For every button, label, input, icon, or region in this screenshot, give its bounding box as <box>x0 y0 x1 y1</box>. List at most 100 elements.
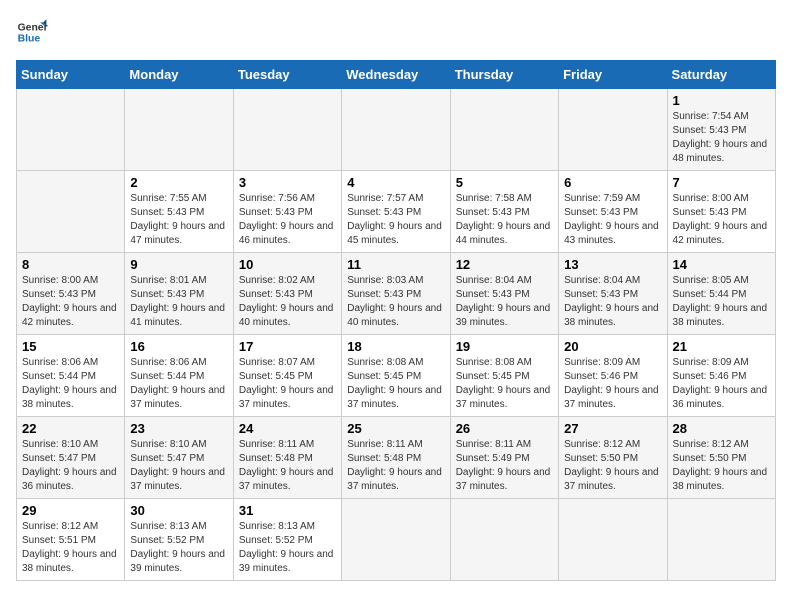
empty-cell <box>667 499 775 581</box>
day-number: 25 <box>347 421 444 436</box>
day-cell-11: 11Sunrise: 8:03 AMSunset: 5:43 PMDayligh… <box>342 253 450 335</box>
day-info: Sunrise: 8:04 AMSunset: 5:43 PMDaylight:… <box>564 274 661 330</box>
day-number: 11 <box>347 257 444 272</box>
day-number: 13 <box>564 257 661 272</box>
day-cell-17: 17Sunrise: 8:07 AMSunset: 5:45 PMDayligh… <box>233 335 341 417</box>
logo-icon: General Blue <box>16 16 48 48</box>
day-cell-1: 1 Sunrise: 7:54 AMSunset: 5:43 PMDaylight… <box>667 89 775 171</box>
day-cell-30: 30 Sunrise: 8:13 AMSunset: 5:52 PMDayligh… <box>125 499 233 581</box>
day-number: 26 <box>456 421 553 436</box>
day-info: Sunrise: 8:08 AMSunset: 5:45 PMDaylight:… <box>456 356 553 412</box>
day-info: Sunrise: 8:11 AMSunset: 5:49 PMDaylight:… <box>456 438 553 494</box>
empty-cell <box>450 89 558 171</box>
header-row: SundayMondayTuesdayWednesdayThursdayFrid… <box>17 61 776 89</box>
calendar-week-2: 2Sunrise: 7:55 AMSunset: 5:43 PMDaylight… <box>17 171 776 253</box>
calendar-week-3: 8Sunrise: 8:00 AMSunset: 5:43 PMDaylight… <box>17 253 776 335</box>
day-info: Sunrise: 8:09 AMSunset: 5:46 PMDaylight:… <box>673 356 770 412</box>
col-header-saturday: Saturday <box>667 61 775 89</box>
day-number: 4 <box>347 175 444 190</box>
day-number: 7 <box>673 175 770 190</box>
day-info: Sunrise: 7:58 AMSunset: 5:43 PMDaylight:… <box>456 192 553 248</box>
day-info: Sunrise: 8:08 AMSunset: 5:45 PMDaylight:… <box>347 356 444 412</box>
day-info: Sunrise: 8:12 AMSunset: 5:51 PMDaylight:… <box>22 520 119 576</box>
day-info: Sunrise: 8:11 AMSunset: 5:48 PMDaylight:… <box>239 438 336 494</box>
day-cell-2: 2Sunrise: 7:55 AMSunset: 5:43 PMDaylight… <box>125 171 233 253</box>
day-number: 18 <box>347 339 444 354</box>
day-number: 15 <box>22 339 119 354</box>
day-number: 22 <box>22 421 119 436</box>
day-info: Sunrise: 7:54 AMSunset: 5:43 PMDaylight:… <box>673 110 770 166</box>
day-cell-21: 21 Sunrise: 8:09 AMSunset: 5:46 PMDayligh… <box>667 335 775 417</box>
col-header-wednesday: Wednesday <box>342 61 450 89</box>
day-cell-28: 28 Sunrise: 8:12 AMSunset: 5:50 PMDayligh… <box>667 417 775 499</box>
svg-text:Blue: Blue <box>18 34 41 45</box>
empty-cell <box>559 89 667 171</box>
day-info: Sunrise: 8:12 AMSunset: 5:50 PMDaylight:… <box>673 438 770 494</box>
day-cell-26: 26 Sunrise: 8:11 AMSunset: 5:49 PMDayligh… <box>450 417 558 499</box>
day-cell-15: 15 Sunrise: 8:06 AMSunset: 5:44 PMDayligh… <box>17 335 125 417</box>
day-number: 24 <box>239 421 336 436</box>
day-number: 6 <box>564 175 661 190</box>
day-number: 16 <box>130 339 227 354</box>
day-info: Sunrise: 8:00 AMSunset: 5:43 PMDaylight:… <box>22 274 119 330</box>
day-cell-31: 31 Sunrise: 8:13 AMSunset: 5:52 PMDayligh… <box>233 499 341 581</box>
day-info: Sunrise: 8:00 AMSunset: 5:43 PMDaylight:… <box>673 192 770 248</box>
day-info: Sunrise: 8:13 AMSunset: 5:52 PMDaylight:… <box>130 520 227 576</box>
calendar-week-6: 29 Sunrise: 8:12 AMSunset: 5:51 PMDayligh… <box>17 499 776 581</box>
day-info: Sunrise: 8:04 AMSunset: 5:43 PMDaylight:… <box>456 274 553 330</box>
day-cell-13: 13 Sunrise: 8:04 AMSunset: 5:43 PMDayligh… <box>559 253 667 335</box>
col-header-sunday: Sunday <box>17 61 125 89</box>
day-cell-6: 6 Sunrise: 7:59 AMSunset: 5:43 PMDaylight… <box>559 171 667 253</box>
day-cell-14: 14 Sunrise: 8:05 AMSunset: 5:44 PMDayligh… <box>667 253 775 335</box>
day-number: 31 <box>239 503 336 518</box>
day-cell-4: 4Sunrise: 7:57 AMSunset: 5:43 PMDaylight… <box>342 171 450 253</box>
day-info: Sunrise: 8:06 AMSunset: 5:44 PMDaylight:… <box>130 356 227 412</box>
day-cell-3: 3 Sunrise: 7:56 AMSunset: 5:43 PMDaylight… <box>233 171 341 253</box>
day-info: Sunrise: 7:59 AMSunset: 5:43 PMDaylight:… <box>564 192 661 248</box>
day-number: 12 <box>456 257 553 272</box>
col-header-tuesday: Tuesday <box>233 61 341 89</box>
col-header-monday: Monday <box>125 61 233 89</box>
day-info: Sunrise: 8:09 AMSunset: 5:46 PMDaylight:… <box>564 356 661 412</box>
day-number: 27 <box>564 421 661 436</box>
day-info: Sunrise: 8:06 AMSunset: 5:44 PMDaylight:… <box>22 356 119 412</box>
day-info: Sunrise: 8:12 AMSunset: 5:50 PMDaylight:… <box>564 438 661 494</box>
day-cell-27: 27 Sunrise: 8:12 AMSunset: 5:50 PMDayligh… <box>559 417 667 499</box>
day-info: Sunrise: 8:05 AMSunset: 5:44 PMDaylight:… <box>673 274 770 330</box>
day-cell-5: 5Sunrise: 7:58 AMSunset: 5:43 PMDaylight… <box>450 171 558 253</box>
day-number: 21 <box>673 339 770 354</box>
day-cell-24: 24 Sunrise: 8:11 AMSunset: 5:48 PMDayligh… <box>233 417 341 499</box>
day-number: 3 <box>239 175 336 190</box>
empty-cell <box>342 499 450 581</box>
empty-cell <box>450 499 558 581</box>
day-info: Sunrise: 8:01 AMSunset: 5:43 PMDaylight:… <box>130 274 227 330</box>
day-info: Sunrise: 8:10 AMSunset: 5:47 PMDaylight:… <box>22 438 119 494</box>
day-number: 9 <box>130 257 227 272</box>
day-number: 17 <box>239 339 336 354</box>
day-number: 10 <box>239 257 336 272</box>
day-cell-9: 9 Sunrise: 8:01 AMSunset: 5:43 PMDaylight… <box>125 253 233 335</box>
calendar-table: SundayMondayTuesdayWednesdayThursdayFrid… <box>16 60 776 581</box>
day-cell-16: 16 Sunrise: 8:06 AMSunset: 5:44 PMDayligh… <box>125 335 233 417</box>
col-header-thursday: Thursday <box>450 61 558 89</box>
empty-cell <box>342 89 450 171</box>
day-number: 14 <box>673 257 770 272</box>
logo: General Blue <box>16 16 48 48</box>
calendar-week-1: 1 Sunrise: 7:54 AMSunset: 5:43 PMDaylight… <box>17 89 776 171</box>
day-info: Sunrise: 8:02 AMSunset: 5:43 PMDaylight:… <box>239 274 336 330</box>
day-number: 28 <box>673 421 770 436</box>
calendar-week-5: 22 Sunrise: 8:10 AMSunset: 5:47 PMDayligh… <box>17 417 776 499</box>
day-number: 1 <box>673 93 770 108</box>
day-cell-10: 10 Sunrise: 8:02 AMSunset: 5:43 PMDayligh… <box>233 253 341 335</box>
day-info: Sunrise: 8:11 AMSunset: 5:48 PMDaylight:… <box>347 438 444 494</box>
day-info: Sunrise: 8:13 AMSunset: 5:52 PMDaylight:… <box>239 520 336 576</box>
day-cell-22: 22 Sunrise: 8:10 AMSunset: 5:47 PMDayligh… <box>17 417 125 499</box>
day-number: 30 <box>130 503 227 518</box>
day-info: Sunrise: 7:56 AMSunset: 5:43 PMDaylight:… <box>239 192 336 248</box>
day-cell-29: 29 Sunrise: 8:12 AMSunset: 5:51 PMDayligh… <box>17 499 125 581</box>
col-header-friday: Friday <box>559 61 667 89</box>
page-header: General Blue <box>16 16 776 48</box>
day-number: 29 <box>22 503 119 518</box>
calendar-week-4: 15 Sunrise: 8:06 AMSunset: 5:44 PMDayligh… <box>17 335 776 417</box>
day-cell-25: 25 Sunrise: 8:11 AMSunset: 5:48 PMDayligh… <box>342 417 450 499</box>
